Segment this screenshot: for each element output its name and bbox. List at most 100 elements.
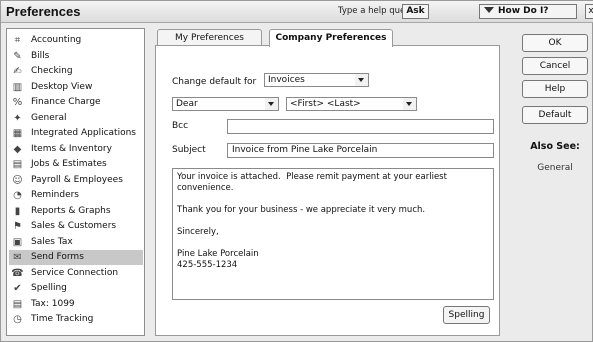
sidebar-item-payroll-employees[interactable]: ☺ Payroll & Employees [9,173,143,188]
close-button[interactable]: x [585,4,593,19]
sidebar-item-accounting[interactable]: ⌗ Accounting [9,33,143,48]
sidebar-item-spelling[interactable]: ✔ Spelling [9,281,143,296]
sidebar-item-label: Accounting [31,35,82,45]
sidebar-item-reminders[interactable]: ◔ Reminders [9,188,143,203]
sidebar-item-label: General [31,112,67,123]
also-see-heading: Also See: [530,141,580,152]
sidebar-item-integrated-applications[interactable]: ▦ Integrated Applications [9,126,143,141]
reminders-icon: ◔ [13,190,22,201]
sidebar-item-label: Tax: 1099 [31,298,75,309]
chevron-down-icon [403,98,416,110]
subject-field[interactable]: Invoice from Pine Lake Porcelain [227,143,494,158]
change-default-label: Change default for [172,77,257,87]
email-body-line: Your invoice is attached. Please remit p… [177,172,450,193]
preferences-window: Preferences Type a help question Ask How… [0,0,593,342]
help-button[interactable]: Help [522,80,588,98]
ask-button[interactable]: Ask [402,4,429,19]
tax-1099-icon: ▤ [12,298,23,310]
name-format-dropdown[interactable]: <First> <Last> [286,97,417,111]
sidebar-item-items-inventory[interactable]: ◆ Items & Inventory [9,142,143,157]
sidebar-item-general[interactable]: ✦ General [9,111,143,126]
sales-tax-icon: ▣ [12,236,23,248]
sidebar-item-reports-graphs[interactable]: ▮ Reports & Graphs [9,204,143,219]
tab-my-preferences-label: My Preferences [175,33,244,43]
salutation-dropdown[interactable]: Dear [172,97,279,111]
sidebar-item-label: Jobs & Estimates [31,159,107,169]
sidebar-item-finance-charge[interactable]: % Finance Charge [9,95,143,110]
bcc-field[interactable] [227,119,494,134]
email-body-line: Sincerely, [177,227,219,237]
tab-my-preferences[interactable]: My Preferences [157,29,262,46]
sidebar-item-label: Spelling [31,283,67,293]
spelling-button[interactable]: Spelling [443,306,490,324]
how-do-i-button[interactable]: How Do I? [479,4,577,19]
sidebar-item-label: Time Tracking [31,314,94,324]
sidebar-item-bills[interactable]: ✎ Bills [9,49,143,64]
ok-button[interactable]: OK [522,34,588,52]
cancel-button[interactable]: Cancel [522,57,588,75]
tab-company-preferences[interactable]: Company Preferences [269,29,393,47]
bills-icon: ✎ [13,50,22,62]
chevron-down-icon [484,7,494,13]
service-connection-icon: ☎ [11,267,24,279]
sidebar-item-label: Reports & Graphs [31,205,111,216]
sidebar-item-label: Items & Inventory [31,143,112,154]
desktop-view-icon: ▥ [12,81,23,93]
email-body-line [177,216,489,227]
spelling-icon: ✔ [13,283,22,294]
email-body-line: Pine Lake Porcelain [177,249,259,259]
sidebar-item-jobs-estimates[interactable]: ▤ Jobs & Estimates [9,157,143,172]
sidebar-item-checking[interactable]: ✍ Checking [9,64,143,79]
sidebar-item-time-tracking[interactable]: ◷ Time Tracking [9,312,143,327]
sidebar-item-tax-1099[interactable]: ▤ Tax: 1099 [9,297,143,312]
chevron-down-icon [355,74,368,86]
sidebar-item-sales-tax[interactable]: ▣ Sales Tax [9,235,143,250]
sidebar-item-label: Integrated Applications [31,128,136,138]
sidebar-item-label: Sales & Customers [31,221,117,231]
preferences-category-list: ⌗ Accounting ✎ Bills ✍ Checking ▥ Desktop View%… [6,28,145,336]
sidebar-item-service-connection[interactable]: ☎ Service Connection [9,266,143,281]
accounting-icon: ⌗ [14,35,21,46]
subject-label: Subject [172,145,206,155]
sidebar-item-desktop-view[interactable]: ▥ Desktop View [9,80,143,95]
how-do-i-label: How Do I? [498,6,549,16]
name-format-value: <First> <Last> [290,99,361,109]
email-body-line: Thank you for your business - we appreci… [177,205,426,215]
sales-customers-icon: ⚑ [13,221,22,232]
company-preferences-panel: Change default for Invoices Dear <First>… [155,45,500,336]
email-body-line [177,238,489,249]
sidebar-item-sales-customers[interactable]: ⚑ Sales & Customers [9,219,143,234]
finance-charge-icon: % [12,97,23,108]
sidebar-item-label: Desktop View [31,81,93,92]
sidebar-item-label: Finance Charge [31,97,101,107]
items-inventory-icon: ◆ [13,143,22,155]
sidebar-item-label: Checking [31,66,73,76]
email-body-line: 425-555-1234 [177,260,238,270]
sidebar-item-label: Service Connection [31,267,119,278]
change-default-dropdown[interactable]: Invoices [264,73,369,87]
email-body-textarea[interactable]: Your invoice is attached. Please remit p… [172,168,494,300]
sidebar-item-label: Bills [31,50,50,61]
title-bar: Preferences Type a help question Ask How… [1,1,593,23]
general-icon: ✦ [13,112,22,124]
email-body-line [177,194,489,205]
window-title: Preferences [6,4,81,19]
sidebar-item-label: Payroll & Employees [31,174,123,185]
integrated-applications-icon: ▦ [12,128,23,139]
bcc-label: Bcc [172,121,189,131]
reports-graphs-icon: ▮ [14,205,21,217]
sidebar-item-label: Reminders [31,190,79,200]
sidebar-item-label: Sales Tax [31,236,73,247]
sidebar-item-send-forms[interactable]: ✉ Send Forms [9,250,143,265]
time-tracking-icon: ◷ [13,314,22,325]
payroll-employees-icon: ☺ [12,174,23,186]
salutation-value: Dear [176,99,198,109]
jobs-estimates-icon: ▤ [12,159,23,170]
also-see-link-general[interactable]: General [522,163,588,173]
chevron-down-icon [265,98,278,110]
default-button[interactable]: Default [522,106,588,124]
change-default-value: Invoices [268,75,305,85]
tab-company-preferences-label: Company Preferences [275,33,387,43]
send-forms-icon: ✉ [13,252,22,263]
sidebar-item-label: Send Forms [31,252,84,262]
